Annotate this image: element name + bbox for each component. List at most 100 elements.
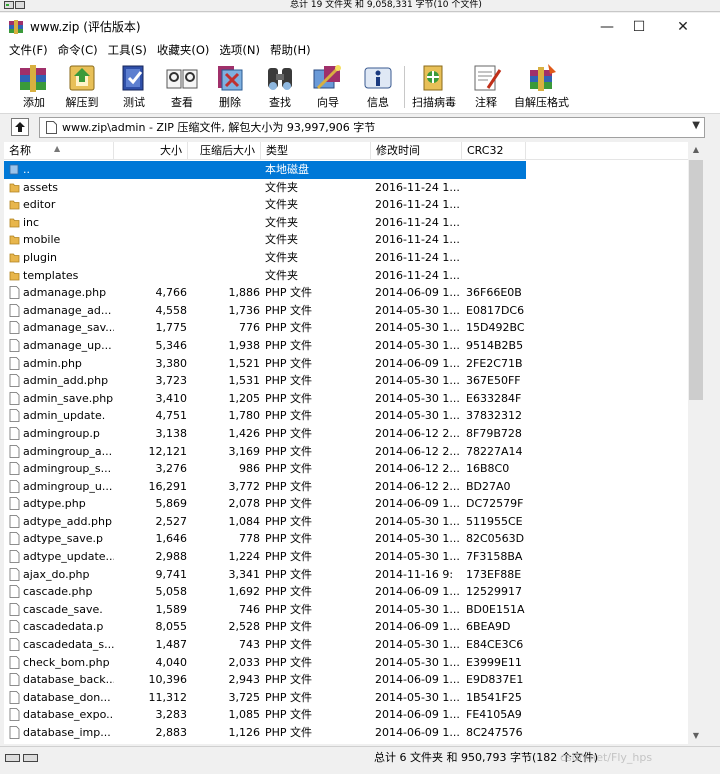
menu-commands[interactable]: 命令(C) [53, 41, 103, 60]
file-icon [9, 585, 20, 599]
extract-to-button[interactable]: 解压到 [64, 62, 100, 112]
file-row[interactable]: admanage_ad... 4,558 1,736 PHP 文件 2014-05-30… [4, 302, 688, 320]
row-crc: 82C0563D [466, 532, 525, 546]
row-modified: 2016-11-24 1... [375, 180, 460, 194]
file-row[interactable]: admin.php 3,380 1,521 PHP 文件 2014-06-09 1...… [4, 355, 688, 373]
column-modified[interactable]: 修改时间 [371, 142, 462, 160]
column-name[interactable]: 名称 ▲ [4, 142, 114, 160]
up-folder-button[interactable] [11, 118, 29, 136]
folder-row[interactable]: assets 文件夹 2016-11-24 1... [4, 179, 688, 197]
row-crc: 16B8C0 [466, 462, 510, 476]
maximize-button[interactable]: ☐ [616, 13, 662, 41]
row-type: PHP 文件 [265, 444, 313, 458]
file-icon [9, 374, 20, 388]
row-size: 11,312 [148, 690, 188, 704]
file-row[interactable]: check_bom.php 4,040 2,033 PHP 文件 2014-05-30 … [4, 654, 688, 672]
file-icon [9, 497, 20, 511]
title-bar: www.zip (评估版本) — ☐ ✕ [0, 13, 720, 41]
delete-button[interactable]: 删除 [212, 62, 248, 112]
menu-tools[interactable]: 工具(S) [103, 41, 152, 60]
file-row[interactable]: database_imp... 2,883 1,126 PHP 文件 2014-06-0… [4, 724, 688, 742]
file-row[interactable]: admin_update. 4,751 1,780 PHP 文件 2014-05-30 … [4, 407, 688, 425]
menu-favorites[interactable]: 收藏夹(O) [152, 41, 215, 60]
chevron-down-icon[interactable]: ▼ [692, 120, 700, 131]
folder-row[interactable]: templates 文件夹 2016-11-24 1... [4, 267, 688, 285]
sfx-button[interactable]: 自解压格式 [514, 62, 569, 112]
file-icon [9, 567, 20, 581]
file-row[interactable]: adtype.php 5,869 2,078 PHP 文件 2014-06-09 1..… [4, 495, 688, 513]
close-button[interactable]: ✕ [660, 13, 706, 41]
comment-button[interactable]: 注释 [468, 62, 504, 112]
file-icon [9, 286, 20, 300]
row-packed: 3,725 [228, 690, 261, 704]
row-packed [188, 249, 261, 267]
file-row[interactable]: admanage.php 4,766 1,886 PHP 文件 2014-06-09 1… [4, 284, 688, 302]
row-type: PHP 文件 [265, 409, 313, 423]
row-type: 文件夹 [265, 233, 298, 247]
file-row[interactable]: ajax_do.php 9,741 3,341 PHP 文件 2014-11-16 9:… [4, 566, 688, 584]
file-row[interactable]: admingroup_u... 16,291 3,772 PHP 文件 2014-06-… [4, 478, 688, 496]
column-packed[interactable]: 压缩后大小 [188, 142, 261, 160]
row-name: admin_update. [4, 407, 114, 425]
row-size: 4,766 [155, 286, 188, 300]
column-crc[interactable]: CRC32 [462, 142, 526, 160]
column-size[interactable]: 大小 [114, 142, 188, 160]
folder-row[interactable]: inc 文件夹 2016-11-24 1... [4, 214, 688, 232]
row-packed: 1,692 [228, 585, 261, 599]
add-button[interactable]: 添加 [16, 62, 52, 112]
file-row[interactable]: cascadedata.p 8,055 2,528 PHP 文件 2014-06-09 … [4, 618, 688, 636]
row-name: inc [4, 214, 114, 232]
file-row[interactable]: adtype_add.php 2,527 1,084 PHP 文件 2014-05-30… [4, 513, 688, 531]
menu-help[interactable]: 帮助(H) [265, 41, 316, 60]
column-type[interactable]: 类型 [261, 142, 371, 160]
row-crc [462, 161, 526, 179]
file-row[interactable]: adtype_update... 2,988 1,224 PHP 文件 2014-05-… [4, 548, 688, 566]
file-row[interactable]: admanage_up... 5,346 1,938 PHP 文件 2014-05-30… [4, 337, 688, 355]
file-row[interactable]: database_expo... 3,283 1,085 PHP 文件 2014-06-… [4, 706, 688, 724]
row-crc: 1B541F25 [466, 690, 522, 704]
vertical-scrollbar[interactable]: ▲ ▼ [688, 142, 704, 744]
folder-row[interactable]: mobile 文件夹 2016-11-24 1... [4, 231, 688, 249]
scroll-up-icon[interactable]: ▲ [688, 142, 704, 158]
file-row[interactable]: admingroup_a... 12,121 3,169 PHP 文件 2014-06-… [4, 443, 688, 461]
view-button[interactable]: 查看 [164, 62, 200, 112]
wizard-label: 向导 [317, 96, 339, 109]
file-row[interactable]: cascade_save. 1,589 746 PHP 文件 2014-05-30 1.… [4, 601, 688, 619]
row-type: PHP 文件 [265, 726, 313, 739]
file-row[interactable]: database_don... 11,312 3,725 PHP 文件 2014-05-… [4, 689, 688, 707]
file-row[interactable]: database_back... 10,396 2,943 PHP 文件 2014-06… [4, 671, 688, 689]
menu-options[interactable]: 选项(N) [214, 41, 265, 60]
row-crc: BD27A0 [466, 479, 511, 493]
row-size: 3,410 [155, 391, 188, 405]
test-button[interactable]: 测试 [116, 62, 152, 112]
info-button[interactable]: 信息 [360, 62, 396, 112]
scroll-down-icon[interactable]: ▼ [688, 728, 704, 744]
menu-file[interactable]: 文件(F) [4, 41, 53, 60]
find-button[interactable]: 查找 [262, 62, 298, 112]
row-packed: 986 [239, 462, 260, 476]
folder-row[interactable]: plugin 文件夹 2016-11-24 1... [4, 249, 688, 267]
virus-scan-button[interactable]: 扫描病毒 [412, 62, 456, 112]
row-type: PHP 文件 [265, 374, 313, 388]
file-row[interactable]: admin_save.php 3,410 1,205 PHP 文件 2014-05-30… [4, 390, 688, 408]
row-size: 4,040 [155, 655, 188, 669]
file-row[interactable]: adtype_save.p 1,646 778 PHP 文件 2014-05-30 1.… [4, 530, 688, 548]
test-icon [122, 65, 144, 91]
row-modified: 2014-05-30 1... [375, 374, 460, 388]
row-modified: 2016-11-24 1... [375, 250, 460, 264]
file-row[interactable]: cascadedata_s... 1,487 743 PHP 文件 2014-05-30… [4, 636, 688, 654]
wizard-button[interactable]: 向导 [310, 62, 346, 112]
folder-row[interactable]: editor 文件夹 2016-11-24 1... [4, 196, 688, 214]
file-row[interactable]: admingroup.p 3,138 1,426 PHP 文件 2014-06-12 2… [4, 425, 688, 443]
scroll-thumb[interactable] [689, 160, 703, 400]
file-icon [9, 726, 20, 739]
file-row[interactable]: admanage_sav... 1,775 776 PHP 文件 2014-05-30 … [4, 319, 688, 337]
parent-row[interactable]: .. 本地磁盘 [4, 161, 688, 179]
row-crc [462, 267, 526, 285]
address-field[interactable]: www.zip\admin - ZIP 压缩文件, 解包大小为 93,997,9… [39, 117, 705, 138]
file-row[interactable]: cascade.php 5,058 1,692 PHP 文件 2014-06-09 1.… [4, 583, 688, 601]
row-size: 1,487 [155, 638, 188, 652]
file-row[interactable]: admin_add.php 3,723 1,531 PHP 文件 2014-05-30 … [4, 372, 688, 390]
file-list: 名称 ▲ 大小 压缩后大小 类型 修改时间 CRC32 .. 本地磁盘 assets… [4, 142, 688, 744]
file-row[interactable]: admingroup_s... 3,276 986 PHP 文件 2014-06-12 … [4, 460, 688, 478]
